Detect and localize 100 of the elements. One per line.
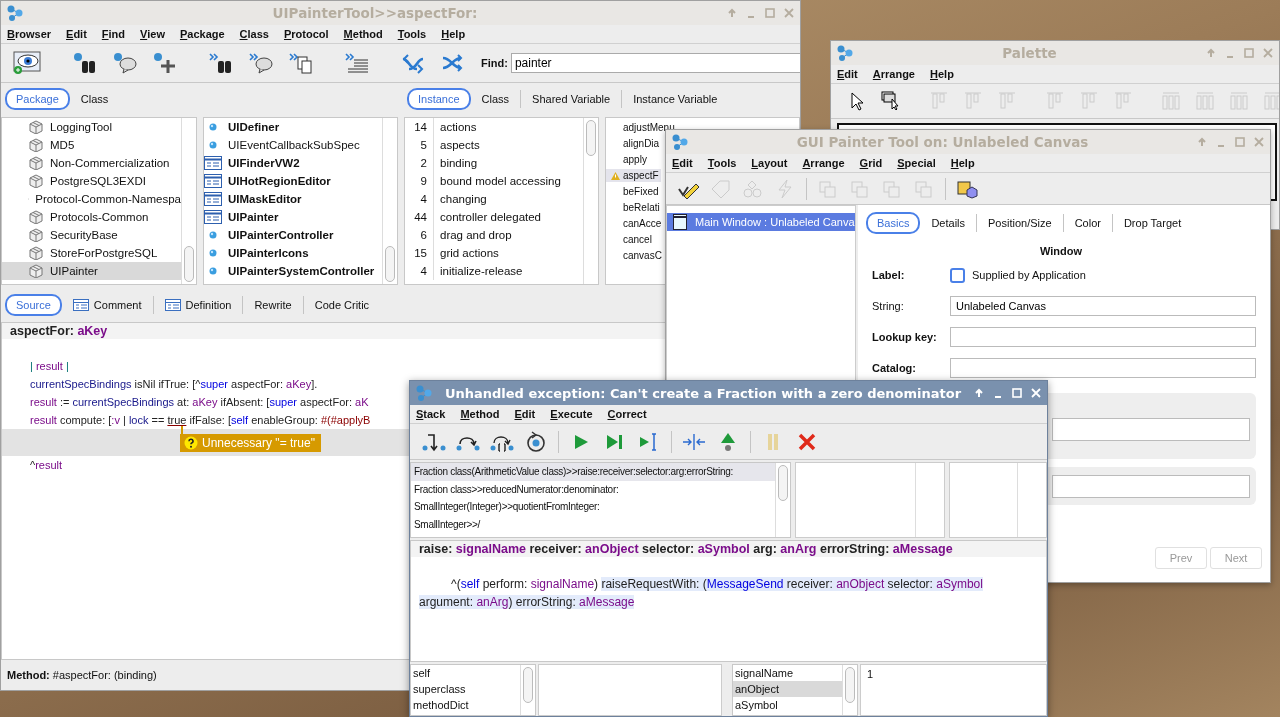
menu-item[interactable]: Method (343, 28, 383, 40)
tab[interactable]: Source (5, 294, 62, 316)
scrollbar-thumb[interactable] (523, 667, 533, 703)
menu-item[interactable]: Stack (416, 408, 446, 420)
text-field[interactable]: Unlabeled Canvas (950, 296, 1256, 316)
code-editor[interactable] (410, 540, 1047, 662)
list-item[interactable]: 6 drag and drop (405, 226, 583, 244)
list-item[interactable]: UIPainterController (204, 226, 382, 244)
tab[interactable]: Drop Target (1112, 212, 1193, 234)
list-item[interactable]: StoreForPostgreSQL (2, 244, 181, 262)
menu-item[interactable]: Find (101, 28, 126, 40)
list-item[interactable]: UIMaskEditor (204, 190, 382, 208)
list-item[interactable]: aspectF (606, 169, 661, 182)
list-item[interactable]: UIFinderVW2 (204, 154, 382, 172)
scrollbar-thumb[interactable] (184, 246, 194, 282)
text-field[interactable] (950, 327, 1256, 347)
restart-icon[interactable] (524, 430, 548, 453)
text-field[interactable] (950, 358, 1256, 378)
list-item[interactable]: MD5 (2, 136, 181, 154)
menu-item[interactable]: Edit (66, 28, 87, 40)
list-item[interactable]: Protocol-Common-Namespa (2, 190, 181, 208)
list-item[interactable]: SmallInteger(Integer)>>quotientFromInteger: (411, 498, 775, 516)
close-icon[interactable] (784, 8, 794, 18)
list-item[interactable]: UIPainter (204, 208, 382, 226)
menu-item[interactable]: Help (441, 28, 466, 40)
list-item[interactable]: Fraction class(ArithmeticValue class)>>raise:receiver:selector:arg:errorString: (411, 463, 775, 481)
variable-item[interactable]: superclass (411, 681, 520, 697)
binoculars-icon[interactable] (209, 52, 233, 74)
swap-arrows-icon[interactable] (401, 52, 425, 74)
arrow-up-icon[interactable] (727, 8, 737, 18)
menu-item[interactable]: Method (460, 408, 500, 420)
list-item[interactable]: 4 changing (405, 190, 583, 208)
list-item[interactable]: UIHotRegionEditor (204, 172, 382, 190)
tab[interactable]: Instance (407, 88, 471, 110)
tab[interactable]: Shared Variable (521, 88, 622, 110)
tab[interactable]: Basics (866, 212, 921, 234)
scrollbar-thumb[interactable] (778, 465, 788, 501)
tree-item[interactable]: Main Window : Unlabeled Canva (667, 213, 855, 231)
menu-item[interactable]: Tools (707, 157, 737, 169)
scrollbar-thumb[interactable] (586, 120, 596, 156)
cube-box-icon[interactable] (956, 178, 978, 199)
variable-item[interactable]: self (411, 665, 520, 681)
list-item[interactable]: 9 bound model accessing (405, 172, 583, 190)
list-item[interactable]: UIPainterIcons (204, 244, 382, 262)
list-item[interactable]: alignDia (606, 137, 662, 150)
list-item[interactable]: UIPainter (2, 262, 181, 280)
list-item[interactable]: UIDefiner (204, 118, 382, 136)
tab[interactable]: Class (470, 88, 521, 110)
menu-item[interactable]: Execute (550, 408, 593, 420)
scrollbar-thumb[interactable] (845, 667, 855, 703)
arrow-up-icon[interactable] (1197, 137, 1207, 147)
list-item[interactable]: UIEventCallbackSubSpec (204, 136, 382, 154)
menu-item[interactable]: Browser (7, 28, 52, 40)
menu-item[interactable]: Class (239, 28, 269, 40)
menu-item[interactable]: Arrange (872, 68, 915, 80)
list-item[interactable]: 5 aspects (405, 136, 583, 154)
variable-item[interactable]: signalName (733, 665, 842, 681)
menu-item[interactable]: Tools (397, 28, 427, 40)
variable-item[interactable]: aSymbol (733, 697, 842, 713)
list-item[interactable]: SecurityBase (2, 226, 181, 244)
list-item[interactable]: Protocols-Common (2, 208, 181, 226)
list-item[interactable]: adjustMenu (606, 121, 677, 134)
select-pointer-icon[interactable] (881, 91, 901, 111)
documents-icon[interactable] (289, 52, 313, 74)
find-field[interactable]: painter (510, 53, 800, 73)
arrow-up-icon[interactable] (1206, 48, 1216, 58)
list-item[interactable]: beRelati (606, 201, 662, 214)
list-item[interactable]: SmallInteger>>/ (411, 515, 775, 533)
list-item[interactable]: 14 actions (405, 118, 583, 136)
close-icon[interactable] (1254, 137, 1264, 147)
menu-item[interactable]: Grid (859, 157, 883, 169)
list-item[interactable]: UIPainterSystemController (204, 262, 382, 280)
maximize-icon[interactable] (1235, 137, 1245, 147)
list-item[interactable]: beFixed (606, 185, 661, 198)
speech-bubble-icon[interactable] (249, 52, 273, 74)
tab[interactable]: Comment (61, 294, 153, 316)
tab[interactable]: Position/Size (977, 212, 1063, 234)
menu-item[interactable]: Edit (837, 68, 858, 80)
tab[interactable]: Definition (153, 294, 243, 316)
list-item[interactable]: Non-Commercialization (2, 154, 181, 172)
tab[interactable]: Class (69, 88, 120, 110)
maximize-icon[interactable] (765, 8, 775, 18)
menu-item[interactable]: Correct (607, 408, 647, 420)
variable-item[interactable]: methodDict (411, 697, 520, 713)
list-item[interactable]: LoggingTool (2, 118, 181, 136)
close-icon[interactable] (1263, 48, 1273, 58)
tab[interactable]: Details (920, 212, 977, 234)
variable-item[interactable]: anObject (733, 681, 842, 697)
menu-item[interactable]: Layout (751, 157, 788, 169)
menu-item[interactable]: Edit (514, 408, 536, 420)
text-lines-icon[interactable] (345, 52, 369, 74)
eye-icon[interactable] (13, 51, 41, 75)
text-field[interactable] (1052, 474, 1250, 498)
menu-item[interactable]: Edit (672, 157, 693, 169)
text-field[interactable] (1052, 418, 1250, 441)
crossed-arrows-icon[interactable] (441, 52, 465, 74)
tab[interactable]: Rewrite (243, 294, 303, 316)
menu-item[interactable]: Package (179, 28, 225, 40)
tab[interactable]: Color (1063, 212, 1112, 234)
list-item[interactable]: PostgreSQL3EXDI (2, 172, 181, 190)
